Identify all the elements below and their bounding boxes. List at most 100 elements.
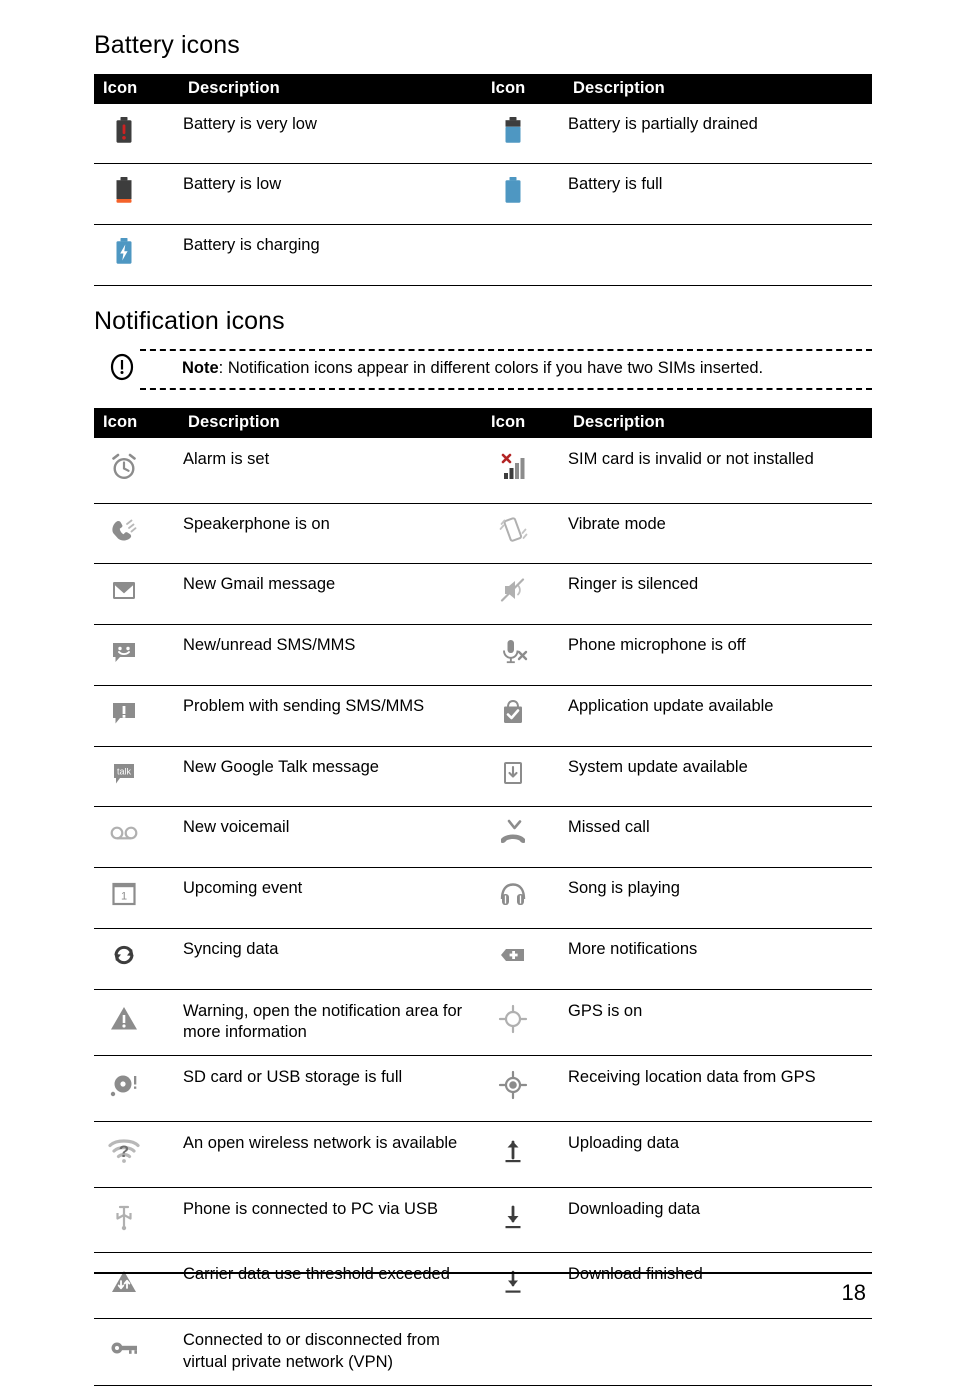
table-row: Alarm is set SIM card is invalid or not … bbox=[94, 437, 872, 504]
notification-row-desc: Missed call bbox=[565, 806, 872, 869]
missed-call-icon-cell bbox=[483, 806, 565, 869]
sync-icon bbox=[106, 937, 142, 973]
sim-invalid-signal-icon-cell bbox=[483, 437, 565, 504]
microphone-off-icon-cell bbox=[483, 624, 565, 686]
download-icon bbox=[495, 1199, 531, 1235]
header-icon-left: Icon bbox=[94, 407, 180, 438]
system-update-icon bbox=[495, 755, 531, 791]
notification-row-desc: An open wireless network is available bbox=[180, 1121, 483, 1188]
notification-row-desc: Problem with sending SMS/MMS bbox=[180, 685, 483, 747]
calendar-event-icon-cell: 1 bbox=[94, 867, 180, 929]
battery-table-header: Icon Description Icon Description bbox=[94, 73, 872, 104]
microphone-off-icon bbox=[495, 633, 531, 669]
table-row: Battery is low Battery is full bbox=[94, 163, 872, 226]
more-notifications-icon-cell bbox=[483, 928, 565, 990]
alarm-clock-icon bbox=[106, 449, 142, 485]
table-row: 1 Upcoming event Song is playing bbox=[94, 867, 872, 929]
table-row: New Gmail message Ringer is silenced bbox=[94, 563, 872, 626]
battery-very-low-icon-cell bbox=[94, 103, 180, 165]
battery-full-icon-cell bbox=[483, 163, 565, 226]
header-desc-left: Description bbox=[180, 407, 483, 438]
notification-row-desc: Downloading data bbox=[565, 1187, 872, 1254]
missed-call-icon bbox=[495, 815, 531, 851]
app-update-bag-icon-cell bbox=[483, 685, 565, 747]
more-notifications-icon bbox=[495, 937, 531, 973]
sd-card-full-icon-cell bbox=[94, 1055, 180, 1122]
note-separator: : bbox=[218, 359, 228, 378]
notification-row-desc: New Google Talk message bbox=[180, 746, 483, 808]
gps-on-icon bbox=[495, 1001, 531, 1037]
battery-section-title: Battery icons bbox=[94, 31, 240, 59]
table-row: Battery is very low Battery is partially… bbox=[94, 103, 872, 165]
note-text: Note: Notification icons appear in diffe… bbox=[140, 358, 872, 379]
exclamation-circle-icon bbox=[106, 351, 138, 383]
warning-triangle-icon-cell bbox=[94, 989, 180, 1057]
notification-row-desc: New Gmail message bbox=[180, 563, 483, 626]
gmail-icon bbox=[106, 572, 142, 608]
table-row: New voicemail Missed call bbox=[94, 806, 872, 869]
header-icon-left: Icon bbox=[94, 73, 180, 104]
system-update-icon-cell bbox=[483, 746, 565, 808]
table-row: Battery is charging bbox=[94, 224, 872, 286]
voicemail-icon bbox=[106, 815, 142, 851]
battery-table-body: Battery is very low Battery is partially… bbox=[94, 103, 872, 286]
google-talk-icon-cell: talk bbox=[94, 746, 180, 808]
battery-partially-drained-icon-cell bbox=[483, 103, 565, 165]
sms-problem-icon bbox=[106, 694, 142, 730]
page-content: Battery icons Icon Description Icon Desc… bbox=[94, 31, 872, 1386]
table-row: Problem with sending SMS/MMS Application… bbox=[94, 685, 872, 747]
headphones-icon bbox=[495, 876, 531, 912]
notification-row-desc: New voicemail bbox=[180, 806, 483, 869]
battery-row-desc: Battery is full bbox=[565, 163, 872, 226]
gps-fix-icon bbox=[495, 1067, 531, 1103]
battery-low-icon bbox=[106, 172, 142, 208]
vibrate-icon bbox=[495, 512, 531, 548]
usb-icon-cell bbox=[94, 1187, 180, 1254]
header-icon-right: Icon bbox=[483, 73, 565, 104]
notification-row-desc: SIM card is invalid or not installed bbox=[565, 437, 872, 504]
vpn-key-icon bbox=[106, 1330, 142, 1366]
table-row: Warning, open the notification area for … bbox=[94, 989, 872, 1057]
app-update-bag-icon bbox=[495, 694, 531, 730]
notification-row-desc: More notifications bbox=[565, 928, 872, 990]
upload-icon bbox=[495, 1133, 531, 1169]
alarm-clock-icon-cell bbox=[94, 437, 180, 504]
sms-smiley-icon-cell bbox=[94, 624, 180, 686]
gps-on-icon-cell bbox=[483, 989, 565, 1057]
note-callout: Note: Notification icons appear in diffe… bbox=[94, 349, 872, 390]
notification-table-body: Alarm is set SIM card is invalid or not … bbox=[94, 437, 872, 1386]
page-number: 18 bbox=[841, 1280, 866, 1305]
notification-row-desc: New/unread SMS/MMS bbox=[180, 624, 483, 686]
header-icon-right: Icon bbox=[483, 407, 565, 438]
notification-row-desc: Speakerphone is on bbox=[180, 503, 483, 565]
notification-row-desc: Uploading data bbox=[565, 1121, 872, 1188]
notification-row-desc: Receiving location data from GPS bbox=[565, 1055, 872, 1122]
sms-smiley-icon bbox=[106, 633, 142, 669]
notification-section-title: Notification icons bbox=[94, 306, 285, 335]
notification-row-desc: Phone is connected to PC via USB bbox=[180, 1187, 483, 1254]
battery-row-desc: Battery is charging bbox=[180, 224, 483, 286]
sync-icon-cell bbox=[94, 928, 180, 990]
ringer-silenced-icon bbox=[495, 572, 531, 608]
gps-fix-icon-cell bbox=[483, 1055, 565, 1122]
table-row: ? An open wireless network is available bbox=[94, 1121, 872, 1188]
ringer-silenced-icon-cell bbox=[483, 563, 565, 626]
headphones-icon-cell bbox=[483, 867, 565, 929]
notification-row-desc: Warning, open the notification area for … bbox=[180, 989, 483, 1057]
notification-table-header: Icon Description Icon Description bbox=[94, 407, 872, 438]
svg-text:1: 1 bbox=[121, 891, 127, 903]
notification-row-desc: Song is playing bbox=[565, 867, 872, 929]
header-desc-right: Description bbox=[565, 407, 872, 438]
table-row: SD card or USB storage is full Receiving… bbox=[94, 1055, 872, 1122]
battery-full-icon bbox=[495, 172, 531, 208]
table-row: Speakerphone is on Vibrate mode bbox=[94, 503, 872, 565]
battery-icons-table: Icon Description Icon Description Batter… bbox=[94, 73, 872, 286]
table-row: talk New Google Talk message System upda… bbox=[94, 746, 872, 808]
battery-charging-icon-cell bbox=[94, 224, 180, 286]
svg-text:talk: talk bbox=[117, 766, 132, 776]
calendar-event-icon: 1 bbox=[106, 876, 142, 912]
sim-invalid-signal-icon bbox=[495, 449, 531, 485]
speakerphone-icon-cell bbox=[94, 503, 180, 565]
svg-text:?: ? bbox=[119, 1142, 129, 1161]
open-wifi-icon-cell: ? bbox=[94, 1121, 180, 1188]
